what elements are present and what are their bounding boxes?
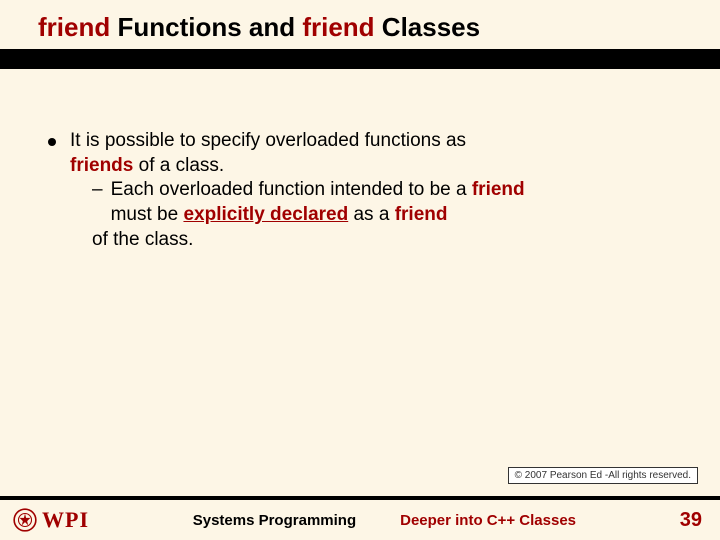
slide-body: It is possible to specify overloaded fun… <box>0 69 720 252</box>
friend-keyword: friend <box>472 179 525 200</box>
title-keyword-2: friend <box>302 12 374 42</box>
title-text-1: Functions and <box>110 12 302 42</box>
wpi-logo: WPI <box>12 507 89 533</box>
title-keyword-1: friend <box>38 12 110 42</box>
bullet-item: It is possible to specify overloaded fun… <box>48 129 690 252</box>
dash-icon: – <box>92 178 103 227</box>
footer-center: Systems Programming Deeper into C++ Clas… <box>89 512 680 529</box>
title-divider <box>0 49 720 69</box>
copyright-notice: © 2007 Pearson Ed -All rights reserved. <box>508 467 698 484</box>
explicit-keyword: explicitly declared <box>183 204 348 225</box>
logo-text: WPI <box>42 507 89 533</box>
body-text: of a class. <box>133 155 224 176</box>
body-text: of the class. <box>92 229 193 250</box>
sub-bullet: – Each overloaded function intended to b… <box>70 178 525 227</box>
sub-bullet-text: Each overloaded function intended to be … <box>111 178 525 227</box>
seal-icon <box>12 507 38 533</box>
title-text-2: Classes <box>375 12 481 42</box>
bullet-icon <box>48 138 56 146</box>
body-text: It is possible to specify overloaded fun… <box>70 130 466 151</box>
sub-bullet-continued: of the class. <box>70 228 525 253</box>
body-text: as a <box>348 204 394 225</box>
body-text: must be <box>111 204 184 225</box>
bullet-text: It is possible to specify overloaded fun… <box>70 129 525 252</box>
friends-keyword: friends <box>70 155 133 176</box>
footer-course: Systems Programming <box>193 512 356 529</box>
slide-title: friend Functions and friend Classes <box>0 0 720 49</box>
page-number: 39 <box>680 509 702 532</box>
slide-footer: WPI Systems Programming Deeper into C++ … <box>0 496 720 540</box>
body-text: Each overloaded function intended to be … <box>111 179 472 200</box>
footer-topic: Deeper into C++ Classes <box>400 512 576 529</box>
friend-keyword: friend <box>395 204 448 225</box>
